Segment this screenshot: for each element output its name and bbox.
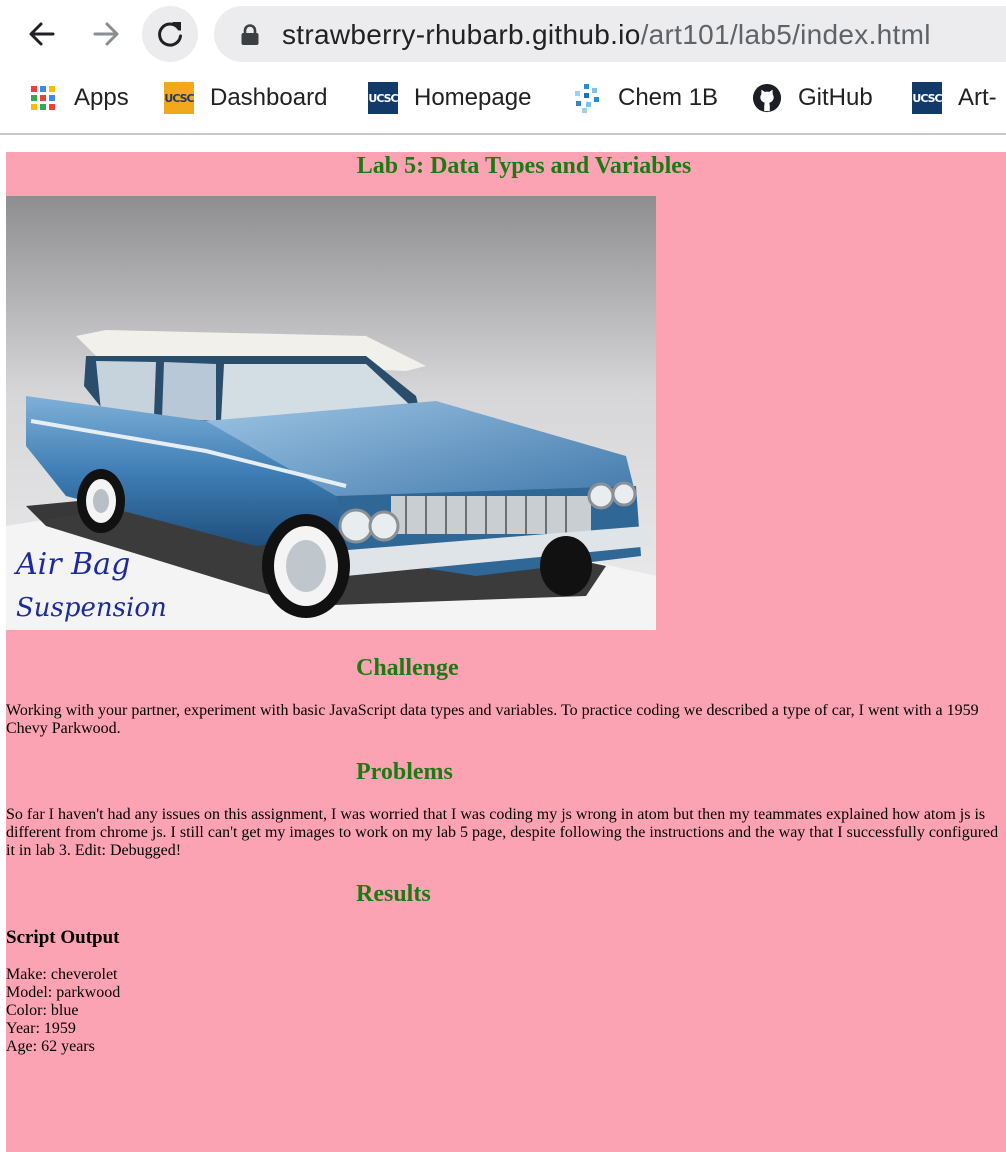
apps-grid-icon	[28, 82, 58, 114]
forward-button[interactable]	[78, 6, 134, 62]
image-watermark-line2: Suspension	[16, 593, 167, 623]
lock-icon	[241, 24, 259, 45]
output-age: Age: 62 years	[6, 1038, 95, 1055]
output-year: Year: 1959	[6, 1020, 76, 1037]
car-image: Air Bag Suspension	[6, 196, 656, 630]
url-text: strawberry-rhubarb.github.io/art101/lab5…	[282, 19, 931, 51]
output-color: Color: blue	[6, 1002, 79, 1019]
browser-chrome: strawberry-rhubarb.github.io/art101/lab5…	[0, 0, 1006, 135]
page-title: Lab 5: Data Types and Variables	[356, 153, 692, 179]
bookmark-github[interactable]: GitHub	[752, 80, 873, 116]
github-icon	[752, 82, 782, 114]
arrow-right-icon	[93, 22, 119, 46]
ucsc-gold-badge: UCSC	[164, 82, 195, 114]
ucsc-blue-icon: UCSC	[368, 82, 399, 114]
url-host: strawberry-rhubarb.github.io	[282, 19, 641, 50]
bookmark-apps[interactable]: Apps	[28, 80, 129, 116]
problems-heading: Problems	[356, 759, 453, 785]
bookmark-chem-1b[interactable]: Chem 1B	[572, 80, 718, 116]
bookmark-dashboard[interactable]: UCSC Dashboard	[164, 80, 327, 116]
ucsc-blue-badge: UCSC	[912, 82, 943, 114]
script-output-heading: Script Output	[6, 927, 120, 948]
address-bar[interactable]: strawberry-rhubarb.github.io/art101/lab5…	[214, 6, 1006, 62]
back-button[interactable]	[14, 6, 70, 62]
arrow-left-icon	[29, 22, 55, 46]
bookmark-label: Dashboard	[210, 84, 328, 111]
output-make: Make: cheverolet	[6, 966, 118, 983]
bookmark-label: Apps	[74, 84, 129, 111]
bookmark-homepage[interactable]: UCSC Homepage	[368, 80, 531, 116]
reload-button[interactable]	[142, 6, 198, 62]
script-output: Make: cheverolet Model: parkwood Color: …	[6, 966, 120, 1056]
chem-dots-icon	[572, 82, 602, 114]
ucsc-blue-badge: UCSC	[368, 82, 399, 114]
ucsc-blue-icon: UCSC	[912, 82, 943, 114]
browser-toolbar: strawberry-rhubarb.github.io/art101/lab5…	[0, 0, 1006, 66]
page-body: Lab 5: Data Types and Variables Air Bag …	[6, 152, 1006, 1152]
challenge-text: Working with your partner, experiment wi…	[6, 702, 979, 737]
bookmark-label: Art-	[958, 84, 997, 111]
reload-icon	[158, 22, 182, 47]
challenge-heading: Challenge	[356, 655, 459, 681]
bookmark-label: Homepage	[414, 84, 532, 111]
car-illustration: Air Bag Suspension	[6, 196, 656, 630]
bookmark-label: GitHub	[798, 84, 873, 111]
ucsc-gold-icon: UCSC	[164, 82, 195, 114]
problems-text: So far I haven't had any issues on this …	[6, 806, 999, 859]
url-path: /art101/lab5/index.html	[640, 19, 931, 50]
bookmarks-bar: Apps UCSC Dashboard UCSC Homepage Chem 1…	[0, 72, 1006, 128]
bookmark-label: Chem 1B	[618, 84, 719, 111]
image-watermark-line1: Air Bag	[13, 547, 130, 582]
results-heading: Results	[356, 881, 431, 907]
output-model: Model: parkwood	[6, 984, 121, 1001]
bookmark-art[interactable]: UCSC Art-	[912, 80, 997, 116]
chrome-divider	[0, 133, 1006, 135]
